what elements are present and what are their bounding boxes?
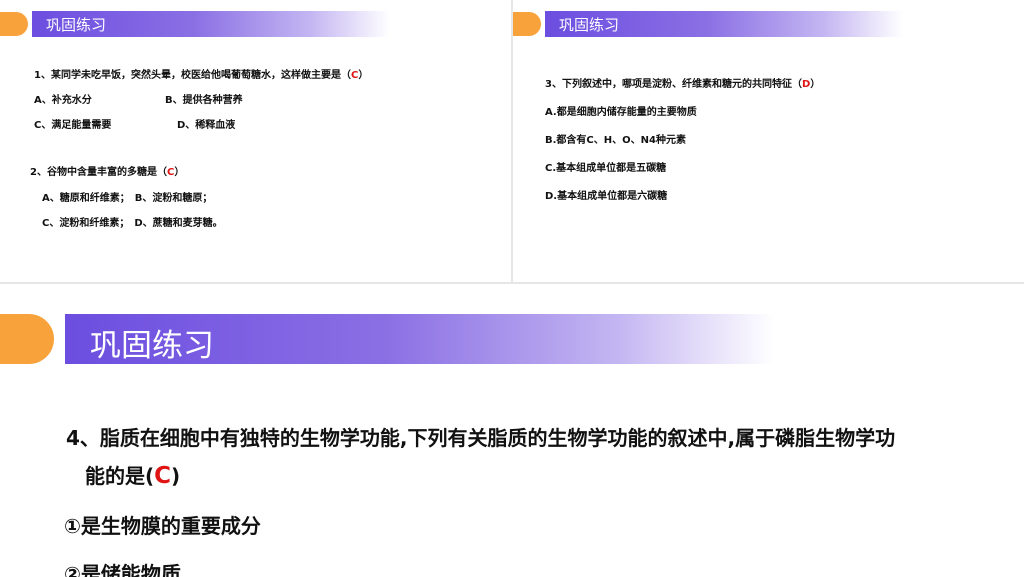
question-2-stem: 2、谷物中含量丰富的多糖是（ <box>30 167 167 178</box>
slide-3: 巩固练习 4、脂质在细胞中有独特的生物学功能,下列有关脂质的生物学功能的叙述中,… <box>0 284 1024 577</box>
question-4-stem: 能的是( <box>85 464 155 488</box>
option-3a: A.都是细胞内储存能量的主要物质 <box>545 107 697 118</box>
question-3: 3、下列叙述中，哪项是淀粉、纤维素和糖元的共同特征（D） <box>545 75 820 90</box>
slide-2: 巩固练习 3、下列叙述中，哪项是淀粉、纤维素和糖元的共同特征（D） A.都是细胞… <box>513 0 1024 282</box>
option-2ab: A、糖原和纤维素； B、淀粉和糖原； <box>42 193 213 204</box>
question-4-option-1: ①是生物膜的重要成分 <box>64 514 261 538</box>
question-1-close: ） <box>358 70 369 81</box>
question-4-option-2: ②是储能物质 <box>64 562 181 577</box>
slide-1: 巩固练习 1、某同学未吃早饭，突然头晕，校医给他喝葡萄糖水，这样做主要是（C） … <box>0 0 511 282</box>
option-3c: C.基本组成单位都是五碳糖 <box>545 163 667 174</box>
question-3-close: ） <box>810 79 821 90</box>
option-3d: D.基本组成单位都是六碳糖 <box>545 191 668 202</box>
header-accent <box>0 314 54 364</box>
option-1d: D、稀释血液 <box>177 120 236 131</box>
header-accent <box>0 12 28 36</box>
header-accent <box>513 12 541 36</box>
question-4-close: ) <box>171 464 181 488</box>
option-1b: B、提供各种营养 <box>165 95 243 106</box>
question-2-close: ） <box>174 167 185 178</box>
option-3b: B.都含有C、H、O、N4种元素 <box>545 135 686 146</box>
header-title: 巩固练习 <box>559 16 620 34</box>
option-1c: C、满足能量需要 <box>34 120 112 131</box>
question-4-answer: C <box>154 463 172 489</box>
question-4-line-1: 4、脂质在细胞中有独特的生物学功能,下列有关脂质的生物学功能的叙述中,属于磷脂生… <box>66 426 896 450</box>
option-1a: A、补充水分 <box>34 95 92 106</box>
option-2cd: C、淀粉和纤维素； D、蔗糖和麦芽糖。 <box>42 218 223 229</box>
question-2: 2、谷物中含量丰富的多糖是（C） <box>30 163 184 178</box>
question-1-stem: 1、某同学未吃早饭，突然头晕，校医给他喝葡萄糖水，这样做主要是（ <box>34 70 351 81</box>
question-4-line-2: 能的是(C) <box>85 460 180 489</box>
question-1: 1、某同学未吃早饭，突然头晕，校医给他喝葡萄糖水，这样做主要是（C） <box>34 66 368 81</box>
header-title: 巩固练习 <box>90 328 214 364</box>
header-title: 巩固练习 <box>46 16 107 34</box>
question-3-stem: 3、下列叙述中，哪项是淀粉、纤维素和糖元的共同特征（ <box>545 79 802 90</box>
